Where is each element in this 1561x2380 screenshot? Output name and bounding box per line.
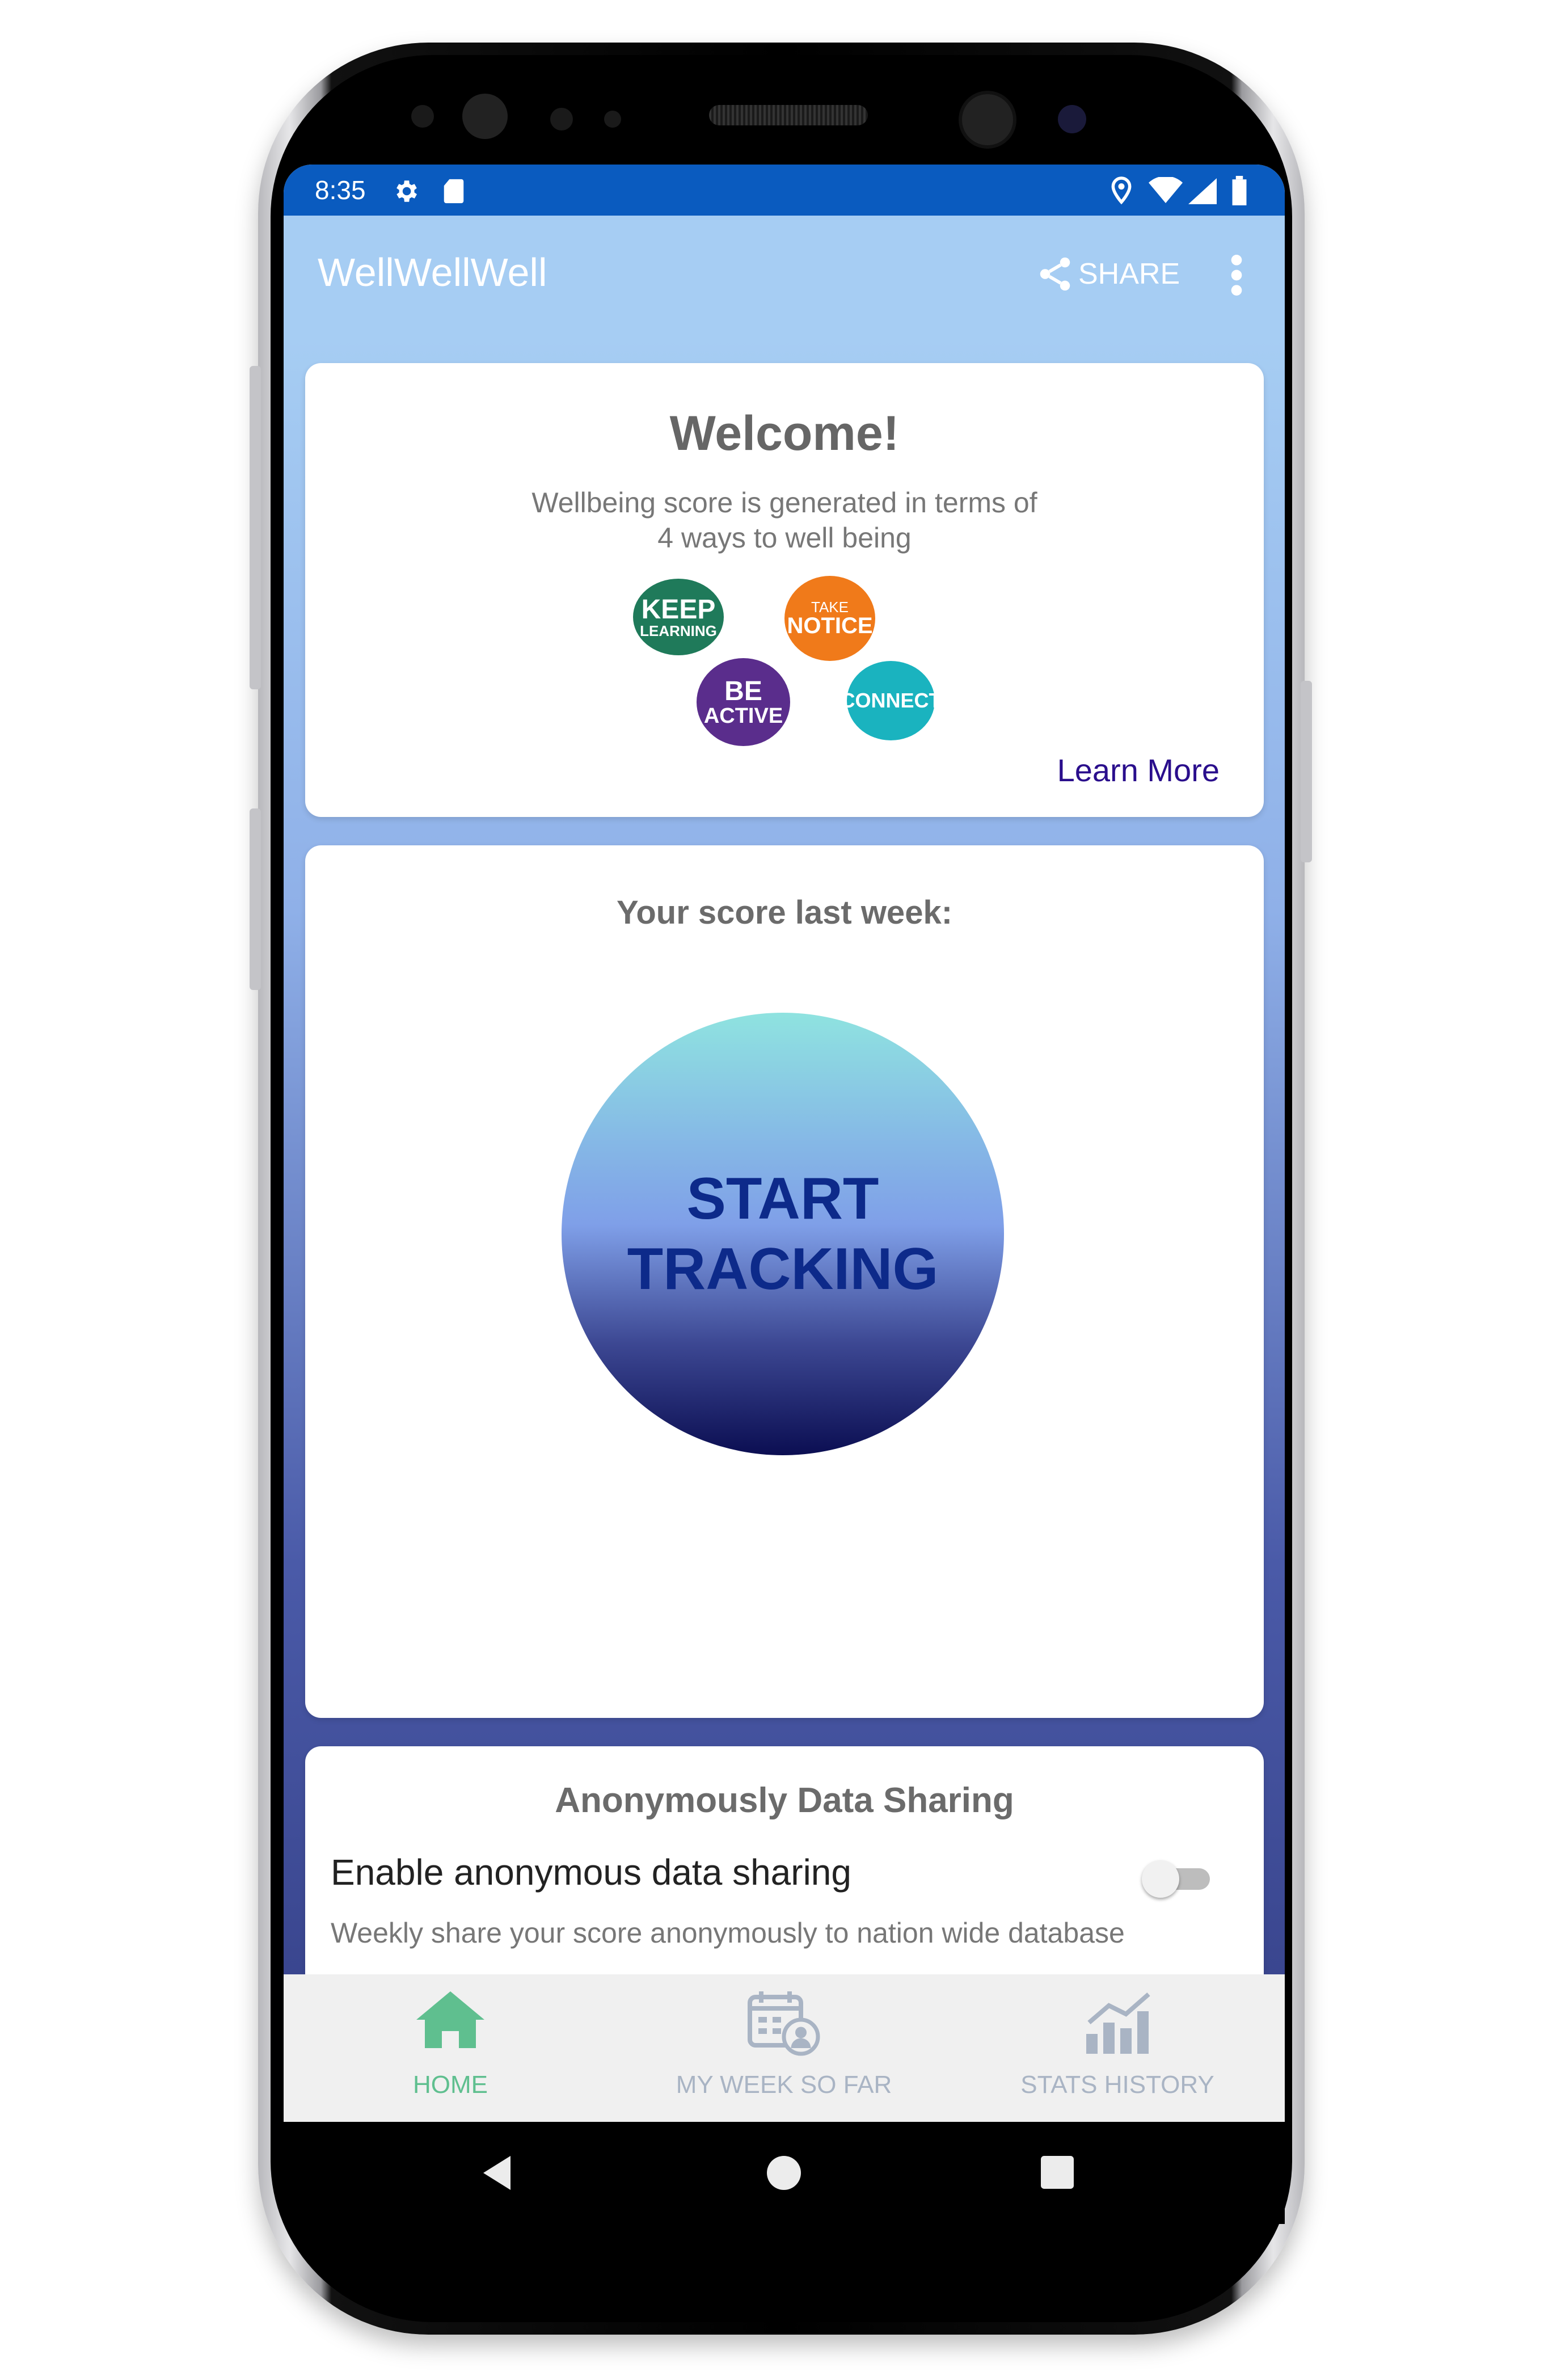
home-content: Welcome! Wellbeing score is generated in… — [284, 338, 1285, 2030]
data-sharing-toggle[interactable] — [1142, 1857, 1213, 1898]
bar-chart-icon — [1086, 1992, 1150, 2054]
data-sharing-title: Anonymously Data Sharing — [555, 1781, 1014, 1820]
start-tracking-line: TRACKING — [627, 1236, 939, 1302]
status-bar: 8:35 — [284, 165, 1285, 216]
app-bar: WellWellWell SHARE — [284, 216, 1285, 338]
front-sensor — [550, 108, 573, 130]
cellular-signal-icon — [1188, 178, 1217, 204]
status-time: 8:35 — [315, 175, 366, 205]
battery-icon — [1232, 176, 1247, 205]
badge-text: BE — [724, 676, 762, 706]
welcome-card: Welcome! Wellbeing score is generated in… — [305, 363, 1264, 817]
data-sharing-description: Weekly share your score anonymously to n… — [331, 1917, 1125, 1949]
badge-text: LEARNING — [640, 622, 717, 639]
recents-icon[interactable] — [1041, 2156, 1074, 2189]
front-sensor — [604, 111, 621, 128]
score-card: Your score last week: START TRACKING — [305, 845, 1264, 1718]
back-icon[interactable] — [483, 2156, 517, 2190]
earpiece-speaker — [709, 105, 868, 125]
location-icon — [1111, 176, 1132, 205]
front-sensor — [411, 105, 434, 128]
bottom-navigation: HOME MY WEEK SO FAR STATS HISTORY — [284, 1974, 1285, 2122]
settings-gear-icon — [396, 180, 417, 202]
score-title: Your score last week: — [616, 894, 953, 931]
badge-text: TAKE — [811, 599, 849, 616]
nav-home[interactable]: HOME — [284, 1974, 617, 2122]
keep-learning-badge: KEEP LEARNING — [633, 579, 724, 655]
badge-text: CONNECT — [840, 689, 942, 712]
welcome-subtitle-line: 4 ways to well being — [657, 522, 912, 554]
welcome-title: Welcome! — [669, 406, 900, 461]
badge-text: KEEP — [641, 594, 716, 625]
badge-text: ACTIVE — [703, 704, 783, 728]
learn-more-link[interactable]: Learn More — [1057, 752, 1220, 789]
nav-label: HOME — [413, 2071, 488, 2099]
share-label: SHARE — [1078, 258, 1180, 290]
start-tracking-line: START — [686, 1166, 879, 1232]
phone-side-button — [250, 808, 261, 990]
welcome-subtitle: Wellbeing score is generated in terms of… — [475, 485, 1094, 555]
calendar-person-icon — [748, 1991, 820, 2056]
nav-label: MY WEEK SO FAR — [676, 2071, 892, 2099]
front-sensor — [462, 94, 508, 139]
share-button[interactable]: SHARE — [1035, 254, 1180, 294]
home-icon — [416, 1991, 484, 2048]
wifi-icon — [1149, 177, 1183, 203]
sd-card-icon — [444, 179, 464, 204]
start-tracking-button[interactable]: START TRACKING — [562, 1013, 1004, 1455]
front-sensor — [1058, 105, 1086, 133]
data-sharing-label: Enable anonymous data sharing — [331, 1852, 851, 1893]
screen: 8:35 WellWellWell SHARE Welcome! Wellbei… — [284, 165, 1285, 2122]
app-title: WellWellWell — [318, 250, 547, 294]
front-camera — [959, 91, 1016, 149]
be-active-badge: BE ACTIVE — [697, 658, 790, 746]
more-options-icon[interactable] — [1228, 252, 1245, 298]
home-circle-icon[interactable] — [767, 2156, 801, 2190]
phone-side-button — [1301, 681, 1312, 862]
connect-badge: CONNECT — [841, 661, 942, 740]
welcome-subtitle-line: Wellbeing score is generated in terms of — [531, 487, 1037, 519]
nav-my-week[interactable]: MY WEEK SO FAR — [617, 1974, 951, 2122]
nav-stats-history[interactable]: STATS HISTORY — [951, 1974, 1284, 2122]
badge-text: NOTICE — [787, 613, 873, 638]
nav-label: STATS HISTORY — [1020, 2071, 1214, 2099]
take-notice-badge: TAKE NOTICE — [784, 576, 875, 661]
share-icon — [1040, 257, 1070, 291]
phone-side-button — [250, 366, 261, 689]
system-navigation-bar — [284, 2122, 1285, 2224]
